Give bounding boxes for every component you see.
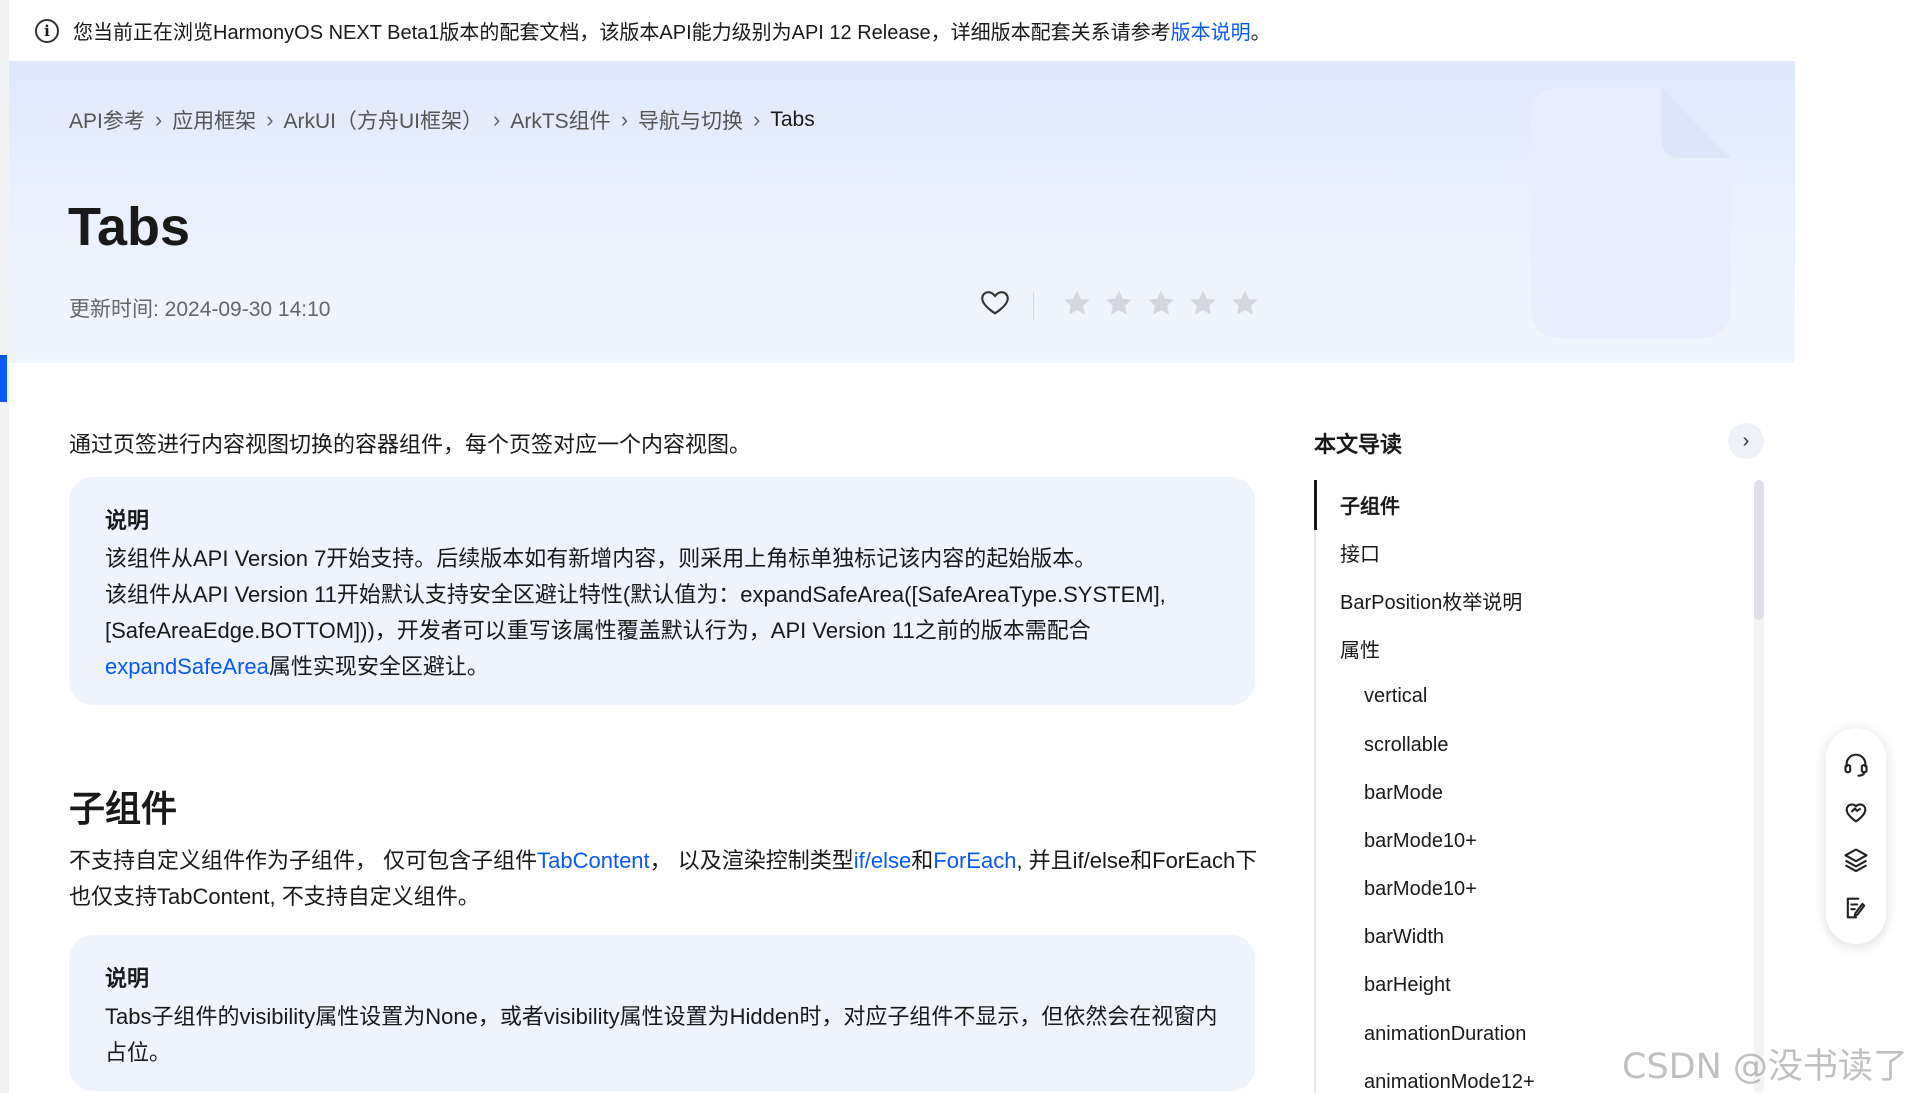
chevron-right-icon: › — [154, 107, 163, 132]
toc-item[interactable]: BarPosition枚举说明 — [1314, 576, 1754, 624]
breadcrumb-item[interactable]: 应用框架 — [172, 105, 256, 135]
chevron-right-icon: › — [266, 107, 274, 132]
toc-item[interactable]: barHeight — [1314, 962, 1754, 1010]
scrollbar-thumb[interactable] — [1754, 480, 1764, 620]
notice-text: 您当前正在浏览HarmonyOS NEXT Beta1版本的配套文档，该版本AP… — [73, 22, 1171, 44]
star-icon[interactable] — [1229, 287, 1261, 319]
section-title: 子组件 — [69, 788, 178, 829]
toc-scrollbar[interactable] — [1754, 480, 1764, 1093]
toc-item[interactable]: barWidth — [1314, 914, 1754, 962]
star-icon[interactable] — [1103, 287, 1135, 319]
breadcrumb: API参考 › 应用框架 › ArkUI（方舟UI框架） › ArkTS组件 › 导航与… — [69, 105, 815, 135]
layers-icon[interactable] — [1841, 845, 1871, 875]
toc-item[interactable]: barMode10+ — [1314, 866, 1754, 914]
expandsafearea-link[interactable]: expandSafeArea — [105, 654, 269, 679]
breadcrumb-item[interactable]: ArkUI（方舟UI框架） — [284, 105, 484, 135]
note-text-part: 属性实现安全区避让。 — [268, 654, 489, 679]
toc-item[interactable]: barMode10+ — [1314, 817, 1754, 865]
left-edge-marker — [0, 355, 7, 402]
chevron-right-icon: › — [753, 107, 761, 132]
toc-item[interactable]: vertical — [1314, 673, 1754, 721]
note-text: 该组件从API Version 7开始支持。后续版本如有新增内容，则采用上角标单… — [105, 546, 1097, 571]
notice-suffix: 。 — [1250, 22, 1271, 44]
breadcrumb-item[interactable]: API参考 — [69, 105, 145, 135]
star-icon[interactable] — [1061, 287, 1093, 319]
document-decoration-icon — [1531, 88, 1731, 338]
watermark: CSDN @没书读了 — [1622, 1047, 1908, 1087]
section-desc-part: ， 以及渲染控制类型 — [649, 848, 854, 873]
tabcontent-link[interactable]: TabContent — [537, 848, 650, 873]
page-title: Tabs — [68, 197, 191, 257]
note-box: 说明 Tabs子组件的visibility属性设置为None，或者visibil… — [69, 935, 1255, 1091]
update-time: 更新时间: 2024-09-30 14:10 — [69, 298, 331, 321]
heart-handshake-icon[interactable] — [1841, 797, 1871, 827]
table-of-contents: 本文导读 › 子组件 接口 BarPosition枚举说明 属性 vertica… — [1314, 363, 1766, 1093]
feedback-edit-icon[interactable] — [1841, 893, 1871, 923]
divider — [1033, 292, 1034, 320]
headset-icon[interactable] — [1841, 749, 1871, 779]
foreach-link[interactable]: ForEach — [933, 848, 1016, 873]
star-icon[interactable] — [1187, 287, 1219, 319]
note-text: 该组件从API Version 11开始默认支持安全区避让特性(默认值为：exp… — [105, 577, 1219, 685]
toc-title: 本文导读 — [1314, 432, 1403, 457]
star-icon[interactable] — [1145, 287, 1177, 319]
note-label: 说明 — [105, 508, 150, 533]
floating-toolbar — [1826, 728, 1886, 944]
rating-stars[interactable] — [1061, 287, 1261, 319]
toc-item[interactable]: barMode — [1314, 769, 1754, 817]
toc-item[interactable]: 子组件 — [1314, 480, 1754, 528]
toc-item[interactable]: scrollable — [1314, 721, 1754, 769]
left-edge — [0, 0, 9, 1093]
breadcrumb-item[interactable]: 导航与切换 — [638, 105, 743, 135]
section-desc-part: 和 — [911, 848, 934, 873]
favorite-heart-icon[interactable] — [979, 286, 1015, 322]
section-desc-part: 不支持自定义组件作为子组件， 仅可包含子组件 — [69, 848, 538, 873]
toc-item[interactable]: 属性 — [1314, 625, 1754, 673]
chevron-right-icon: › — [493, 107, 501, 132]
note-text-part: 该组件从API Version 11开始默认支持安全区避让特性(默认值为：exp… — [105, 582, 1166, 643]
version-notes-link[interactable]: 版本说明 — [1171, 16, 1251, 45]
ifelse-link[interactable]: if/else — [854, 848, 911, 873]
version-notice: i 您当前正在浏览HarmonyOS NEXT Beta1版本的配套文档，该版本… — [9, 0, 1795, 61]
breadcrumb-item[interactable]: ArkTS组件 — [510, 105, 610, 135]
info-icon: i — [35, 18, 59, 43]
note-text: Tabs子组件的visibility属性设置为None，或者visibility… — [105, 1004, 1218, 1065]
note-box: 说明 该组件从API Version 7开始支持。后续版本如有新增内容，则采用上… — [69, 477, 1255, 705]
note-label: 说明 — [105, 966, 150, 991]
toc-list: 子组件 接口 BarPosition枚举说明 属性 vertical scrol… — [1314, 480, 1754, 1093]
chevron-right-icon[interactable]: › — [1728, 423, 1764, 459]
breadcrumb-current: Tabs — [770, 108, 815, 131]
page-header: API参考 › 应用框架 › ArkUI（方舟UI框架） › ArkTS组件 › 导航与… — [9, 61, 1795, 363]
toc-item[interactable]: 接口 — [1314, 528, 1754, 576]
chevron-right-icon: › — [620, 107, 629, 132]
section-desc: 不支持自定义组件作为子组件， 仅可包含子组件TabContent， 以及渲染控制… — [69, 843, 1259, 915]
intro-text: 通过页签进行内容视图切换的容器组件，每个页签对应一个内容视图。 — [69, 432, 752, 457]
